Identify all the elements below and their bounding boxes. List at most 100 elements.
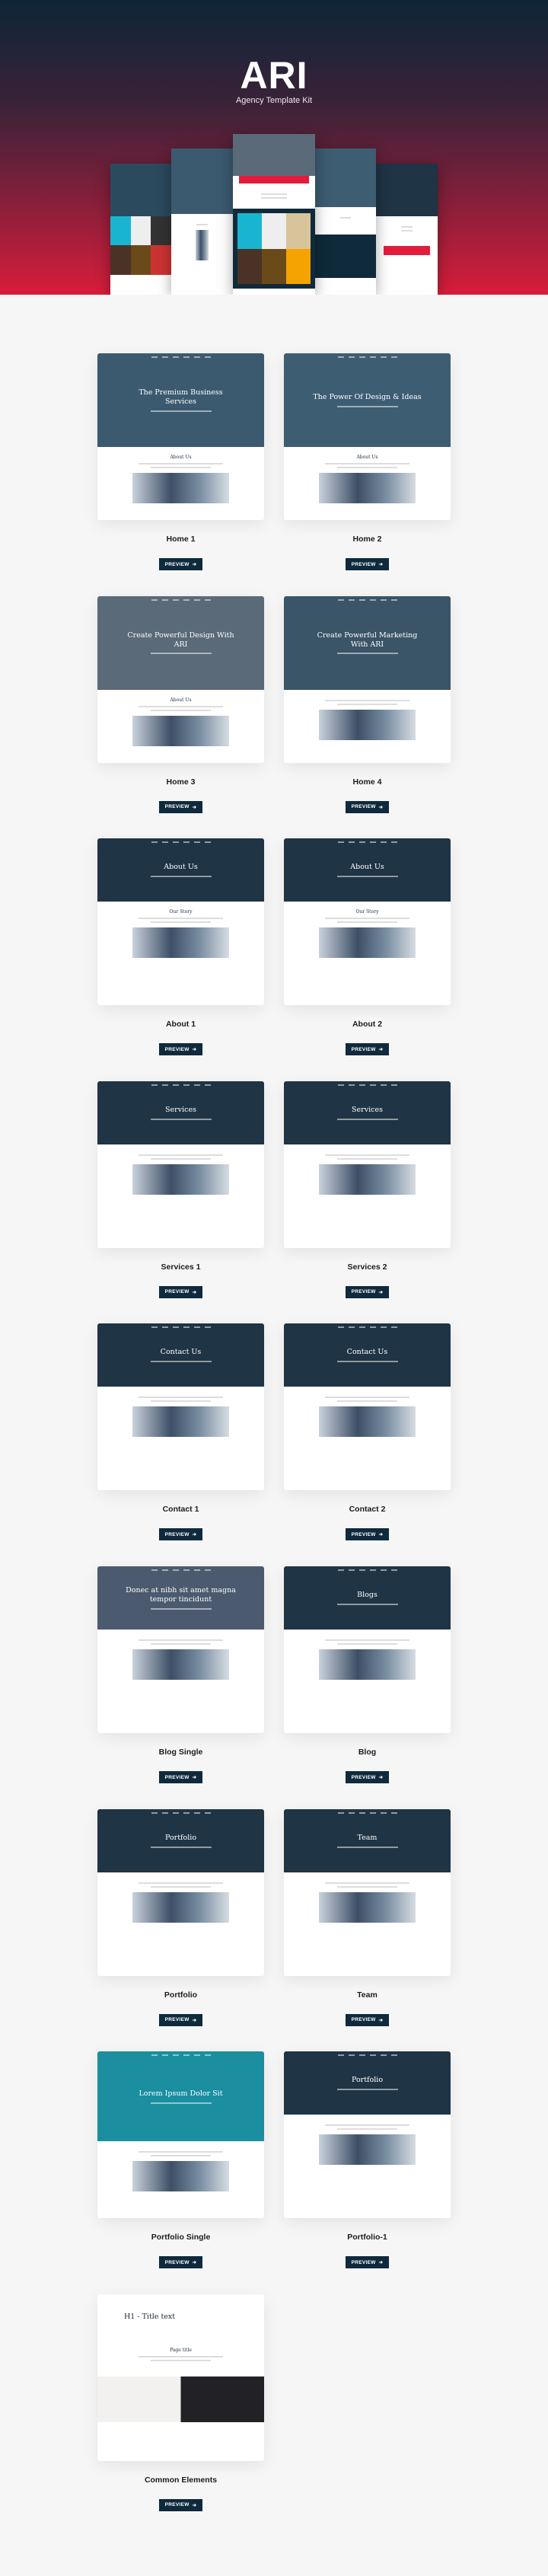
template-label: Blog <box>358 1748 377 1757</box>
arrow-right-icon: ➔ <box>378 2017 384 2023</box>
preview-button[interactable]: PREVIEW ➔ <box>346 2256 389 2269</box>
thumbnail-body <box>97 1387 264 1444</box>
template-label: Portfolio <box>164 1990 198 2000</box>
thumbnail-body <box>97 1630 264 1687</box>
preview-button[interactable]: PREVIEW ➔ <box>159 558 202 570</box>
template-label: Home 1 <box>166 535 196 544</box>
preview-button[interactable]: PREVIEW ➔ <box>159 1043 202 1056</box>
thumbnail-body: About Us <box>284 447 451 511</box>
arrow-right-icon: ➔ <box>378 1775 384 1780</box>
thumbnail-body: About Us <box>97 690 264 754</box>
thumbnail-hero: Portfolio <box>97 1808 264 1872</box>
thumbnail-body <box>284 1144 451 1202</box>
thumbnail-hero: Services <box>97 1081 264 1144</box>
preview-button[interactable]: PREVIEW ➔ <box>346 2013 389 2026</box>
thumbnail-hero: The Premium Business Services <box>97 353 264 447</box>
template-label: About 1 <box>165 1020 196 1029</box>
preview-label: PREVIEW <box>351 1774 376 1780</box>
thumbnail-section-title: Page title <box>170 2347 192 2353</box>
preview-label: PREVIEW <box>164 561 190 567</box>
template-thumbnail[interactable]: Portfolio <box>97 1808 264 1976</box>
thumbnail-body <box>284 1872 451 1930</box>
thumbnail-hero: Create Powerful Design With ARI <box>97 595 264 690</box>
preview-button[interactable]: PREVIEW ➔ <box>159 2256 202 2269</box>
template-thumbnail[interactable]: Create Powerful Marketing With ARI <box>284 595 451 763</box>
template-thumbnail[interactable]: About Us Our Story <box>284 838 451 1006</box>
template-label: Home 4 <box>352 777 382 787</box>
preview-button[interactable]: PREVIEW ➔ <box>346 1285 389 1298</box>
preview-button[interactable]: PREVIEW ➔ <box>346 558 389 570</box>
template-thumbnail[interactable]: Services <box>284 1081 451 1248</box>
brand-tagline: Agency Template Kit <box>235 96 313 105</box>
thumbnail-hero: Team <box>284 1808 451 1872</box>
thumbnail-body <box>284 2115 451 2172</box>
thumbnail-hero: The Power Of Design & Ideas <box>284 353 451 447</box>
preview-label: PREVIEW <box>351 2017 376 2023</box>
preview-label: PREVIEW <box>164 1289 190 1295</box>
thumbnail-headline: Lorem Ipsum Dolor Sit <box>139 2089 223 2098</box>
arrow-right-icon: ➔ <box>378 804 384 810</box>
preview-label: PREVIEW <box>351 561 376 567</box>
template-thumbnail[interactable]: Team <box>284 1808 451 1976</box>
template-label: Home 3 <box>166 777 196 787</box>
template-label: Blog Single <box>158 1748 203 1757</box>
thumbnail-hero: Lorem Ipsum Dolor Sit <box>97 2051 264 2142</box>
thumbnail-body <box>284 1387 451 1444</box>
arrow-right-icon: ➔ <box>192 1775 197 1780</box>
arrow-right-icon: ➔ <box>378 2260 384 2266</box>
thumbnail-body <box>97 2141 264 2199</box>
preview-label: PREVIEW <box>351 804 376 810</box>
arrow-right-icon: ➔ <box>192 804 197 810</box>
thumbnail-hero: Donec at nibh sit amet magna tempor tinc… <box>97 1566 264 1630</box>
preview-button[interactable]: PREVIEW ➔ <box>159 800 202 813</box>
template-thumbnail[interactable]: Blogs <box>284 1566 451 1733</box>
preview-button[interactable]: PREVIEW ➔ <box>346 800 389 813</box>
thumbnail-hero: Create Powerful Marketing With ARI <box>284 595 451 690</box>
template-thumbnail[interactable]: Contact Us <box>284 1323 451 1491</box>
template-thumbnail[interactable]: Portfolio <box>284 2051 451 2219</box>
thumbnail-hero: About Us <box>97 838 264 902</box>
thumbnail-headline: H1 - Title text <box>124 2312 176 2321</box>
template-thumbnail[interactable]: Donec at nibh sit amet magna tempor tinc… <box>97 1566 264 1733</box>
thumbnail-headline: Portfolio <box>164 1833 197 1842</box>
template-thumbnail[interactable]: H1 - Title text Page title <box>97 2294 264 2461</box>
template-label: Common Elements <box>144 2475 218 2485</box>
thumbnail-headline: The Power Of Design & Ideas <box>313 393 422 402</box>
preview-button[interactable]: PREVIEW ➔ <box>159 1528 202 1541</box>
preview-button[interactable]: PREVIEW ➔ <box>159 1771 202 1783</box>
preview-button[interactable]: PREVIEW ➔ <box>159 2498 202 2511</box>
template-thumbnail[interactable]: About Us Our Story <box>97 838 264 1006</box>
arrow-right-icon: ➔ <box>192 1047 197 1053</box>
arrow-right-icon: ➔ <box>378 1532 384 1538</box>
template-thumbnail[interactable]: Create Powerful Design With ARI About Us <box>97 595 264 763</box>
mockup-about <box>376 164 438 295</box>
thumbnail-body <box>97 1872 264 1930</box>
thumbnail-section-title: Our Story <box>355 909 379 915</box>
thumbnail-body: About Us <box>97 447 264 511</box>
thumbnail-headline: The Premium Business Services <box>139 388 223 406</box>
preview-button[interactable]: PREVIEW ➔ <box>346 1771 389 1783</box>
template-thumbnail[interactable]: The Power Of Design & Ideas About Us <box>284 353 451 520</box>
preview-label: PREVIEW <box>164 1531 190 1537</box>
preview-label: PREVIEW <box>351 1289 376 1295</box>
template-thumbnail[interactable]: Contact Us <box>97 1323 264 1491</box>
preview-button[interactable]: PREVIEW ➔ <box>159 1285 202 1298</box>
preview-label: PREVIEW <box>164 2259 190 2265</box>
preview-label: PREVIEW <box>164 1774 190 1780</box>
template-thumbnail[interactable]: The Premium Business Services About Us <box>97 353 264 520</box>
template-thumbnail[interactable]: Services <box>97 1081 264 1248</box>
thumbnail-headline: Services <box>352 1105 383 1114</box>
template-label: Contact 2 <box>349 1505 386 1515</box>
preview-label: PREVIEW <box>164 804 190 810</box>
preview-button[interactable]: PREVIEW ➔ <box>346 1043 389 1056</box>
template-label: Services 2 <box>347 1262 387 1272</box>
thumbnail-hero: H1 - Title text <box>97 2294 264 2340</box>
preview-button[interactable]: PREVIEW ➔ <box>159 2013 202 2026</box>
template-thumbnail[interactable]: Lorem Ipsum Dolor Sit <box>97 2051 264 2219</box>
thumbnail-hero: Portfolio <box>284 2051 451 2115</box>
thumbnail-hero: Services <box>284 1081 451 1144</box>
preview-button[interactable]: PREVIEW ➔ <box>346 1528 389 1541</box>
thumbnail-headline: About Us <box>164 863 198 872</box>
thumbnail-hero: Contact Us <box>97 1323 264 1387</box>
mockup-home2 <box>315 148 376 295</box>
